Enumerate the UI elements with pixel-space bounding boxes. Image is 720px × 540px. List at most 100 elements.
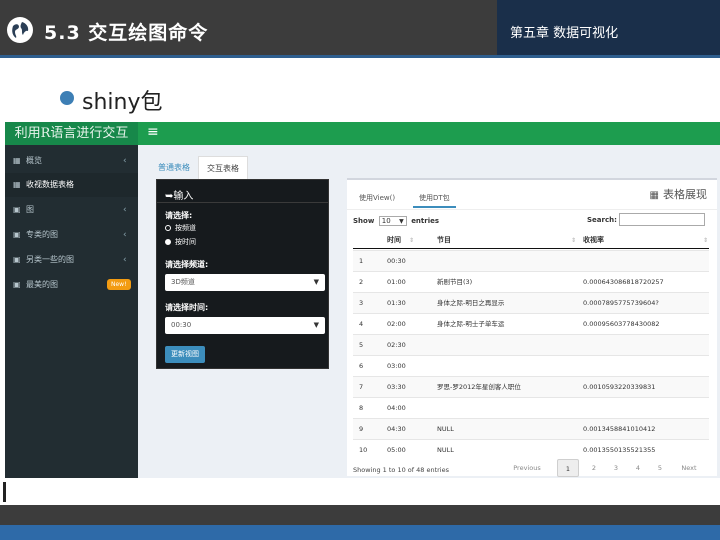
time-select[interactable]: 00:30 ▼ xyxy=(165,317,325,334)
table-cell: 01:30 xyxy=(387,299,406,307)
column-header-label: 时间 xyxy=(387,236,401,244)
table-row[interactable]: 5 02:30 xyxy=(353,334,709,355)
bullet-text: shiny包 xyxy=(82,90,163,115)
sidebar-item-special-charts[interactable]: ▣ 专类的图 ‹ xyxy=(5,223,138,247)
image-icon: ▣ xyxy=(13,230,21,239)
radio-checked-icon xyxy=(165,239,171,245)
table-cell: 0.00095603778430082 xyxy=(583,320,660,328)
table-cell: NULL xyxy=(437,446,454,454)
column-header-time[interactable]: 时间 ⇕ xyxy=(387,232,433,249)
table-row[interactable]: 4 02:00 身体之际-明士子单车运 0.00095603778430082 xyxy=(353,313,709,334)
hamburger-icon[interactable]: ≡ xyxy=(147,124,159,140)
chevron-left-icon: ‹ xyxy=(123,230,127,240)
column-header-program[interactable]: 节目 ⇕ xyxy=(437,232,579,249)
chevron-left-icon: ‹ xyxy=(123,205,127,215)
app-title[interactable]: 利用R语言进行交互 xyxy=(5,122,138,145)
table-row[interactable]: 6 03:00 xyxy=(353,355,709,376)
bullet-icon xyxy=(60,91,74,105)
table-cell: 10 xyxy=(359,446,368,454)
table-cell: 2 xyxy=(359,278,364,286)
table-cell: 身体之际-明士子单车运 xyxy=(437,320,505,328)
radio-label: 按频道 xyxy=(175,224,196,232)
page-length-control: Show 10 ▼ entries xyxy=(353,216,439,226)
caret-down-icon: ▼ xyxy=(313,321,319,329)
table-row[interactable]: 9 04:30 NULL 0.0013458841010412 xyxy=(353,418,709,439)
tab-plain-table[interactable]: 普通表格 xyxy=(150,156,198,180)
sidebar-item-label: 专类的图 xyxy=(26,230,58,239)
sidebar-item-label: 另类一些的图 xyxy=(26,255,74,264)
column-header-rating[interactable]: 收视率 ⇕ xyxy=(583,232,709,249)
divider xyxy=(347,209,717,210)
table-row[interactable]: 7 03:30 罗思-罗2012年星创客人职位 0.0010593220339831 xyxy=(353,376,709,397)
table-cell: 03:00 xyxy=(387,362,406,370)
new-badge: New! xyxy=(107,279,131,290)
sort-icon: ⇕ xyxy=(703,237,709,244)
table-box: 使用View() 使用DT包 ▦ 表格展现 Show 10 ▼ entries Se… xyxy=(347,178,717,477)
table-row[interactable]: 1 00:30 xyxy=(353,250,709,271)
table-info: Showing 1 to 10 of 48 entries xyxy=(353,466,449,474)
caret-down-icon: ▼ xyxy=(399,218,404,225)
chevron-left-icon: ‹ xyxy=(123,156,127,166)
image-icon: ▣ xyxy=(13,255,21,264)
table-row[interactable]: 8 04:00 xyxy=(353,397,709,418)
grid-icon: ▦ xyxy=(13,180,21,189)
table-cell: 04:00 xyxy=(387,404,406,412)
previous-page-button[interactable]: Previous xyxy=(507,459,547,477)
input-panel: ➥输入 请选择: 按频道 按时间 请选择频道: 3D频道 ▼ 请选择时间: 00:… xyxy=(156,179,329,369)
slide-marker xyxy=(3,482,6,502)
tab-interactive-table[interactable]: 交互表格 xyxy=(198,156,248,180)
page-2-button[interactable]: 2 xyxy=(583,459,605,477)
table-cell: 1 xyxy=(359,257,364,265)
sidebar-item-alternative-charts[interactable]: ▣ 另类一些的图 ‹ xyxy=(5,248,138,272)
slide-footer-bar xyxy=(0,525,720,540)
panel-title: ➥输入 xyxy=(165,187,193,202)
radio-by-channel[interactable]: 按频道 xyxy=(165,223,196,233)
time-label: 请选择时间: xyxy=(165,303,209,312)
table-cell: 0.000643086818720257 xyxy=(583,278,664,286)
table-row[interactable]: 3 01:30 身体之际-明日之再显示 0.0007895775739604? xyxy=(353,292,709,313)
choose-label: 请选择: xyxy=(165,211,193,220)
table-cell: 00:30 xyxy=(387,257,406,265)
time-select-value: 00:30 xyxy=(171,321,192,329)
page-4-button[interactable]: 4 xyxy=(627,459,649,477)
column-header-label: 节目 xyxy=(437,236,451,244)
tab-use-view[interactable]: 使用View() xyxy=(353,188,401,208)
grid-icon: ▦ xyxy=(13,156,21,165)
table-cell: 7 xyxy=(359,383,364,391)
sidebar-item-ratings-table[interactable]: ▦ 收视数据表格 xyxy=(5,173,138,197)
table-cell: 05:00 xyxy=(387,446,406,454)
divider xyxy=(157,202,328,203)
sidebar-item-beautiful-charts[interactable]: ▣ 最美的图 New! xyxy=(5,273,138,297)
page-5-button[interactable]: 5 xyxy=(649,459,671,477)
table-cell: 0.0013550135521355 xyxy=(583,446,656,454)
page-length-select[interactable]: 10 ▼ xyxy=(378,216,407,226)
table-cell: 9 xyxy=(359,425,364,433)
channel-select[interactable]: 3D频道 ▼ xyxy=(165,274,325,291)
image-icon: ▣ xyxy=(13,280,21,289)
sidebar-item-charts[interactable]: ▣ 图 ‹ xyxy=(5,198,138,222)
column-header-label: 收视率 xyxy=(583,236,604,244)
table-row[interactable]: 10 05:00 NULL 0.0013550135521355 xyxy=(353,439,709,460)
table-header: 时间 ⇕ 节目 ⇕ 收视率 ⇕ xyxy=(353,232,709,249)
tab-use-dt[interactable]: 使用DT包 xyxy=(413,188,456,208)
image-icon: ▣ xyxy=(13,205,21,214)
sidebar-item-label: 图 xyxy=(26,205,34,214)
table-cell: 03:30 xyxy=(387,383,406,391)
panel-title-text: 输入 xyxy=(173,191,194,202)
globe-icon xyxy=(7,17,33,43)
table-cell: 5 xyxy=(359,341,364,349)
next-page-button[interactable]: Next xyxy=(675,459,703,477)
sidebar-item-overview[interactable]: ▦ 概览 ‹ xyxy=(5,149,138,173)
table-row[interactable]: 2 01:00 新剧节目(3) 0.000643086818720257 xyxy=(353,271,709,292)
page-1-button[interactable]: 1 xyxy=(557,459,579,477)
update-view-button[interactable]: 更新视图 xyxy=(165,346,205,363)
show-prefix: Show xyxy=(353,217,375,225)
search-input[interactable] xyxy=(619,213,705,226)
header-divider xyxy=(0,55,720,58)
sidebar-item-label: 概览 xyxy=(26,156,42,165)
show-suffix: entries xyxy=(411,217,440,225)
chevron-left-icon: ‹ xyxy=(123,255,127,265)
radio-by-time[interactable]: 按时间 xyxy=(165,237,196,247)
table-cell: 01:00 xyxy=(387,278,406,286)
page-3-button[interactable]: 3 xyxy=(605,459,627,477)
